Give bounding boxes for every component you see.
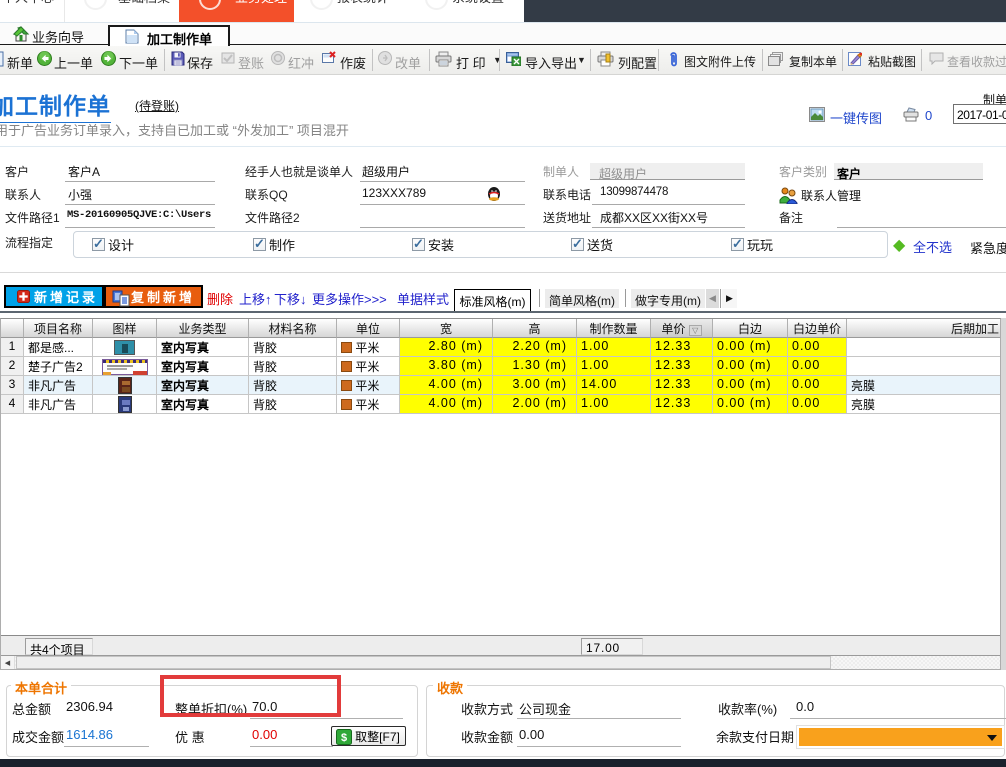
svg-text:$: $ — [341, 732, 347, 744]
